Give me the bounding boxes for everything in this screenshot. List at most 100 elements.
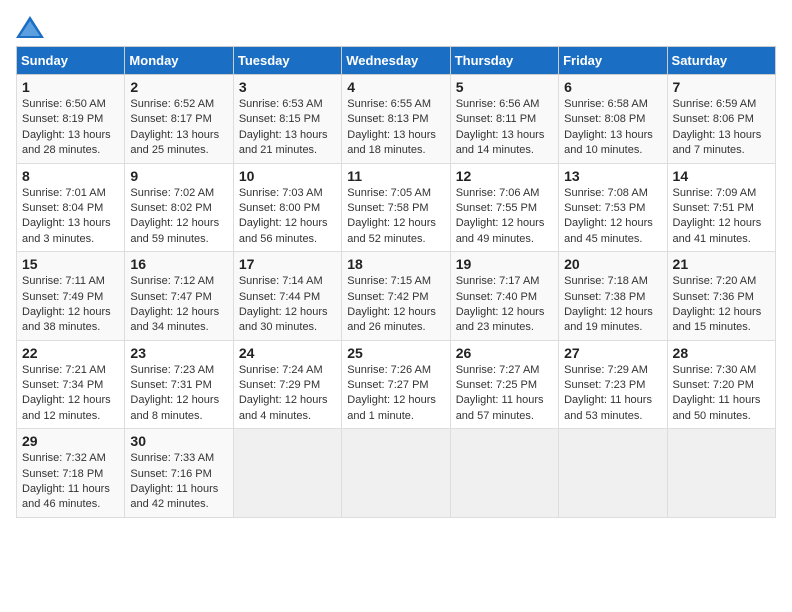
day-info: Sunrise: 7:08 AM Sunset: 7:53 PM Dayligh… [564, 186, 661, 248]
day-number: 20 [564, 256, 661, 272]
day-number: 22 [22, 345, 119, 361]
daylight: Daylight: 12 hours and 1 minute. [347, 394, 436, 421]
sunrise: Sunrise: 6:50 AM [22, 98, 106, 110]
day-number: 9 [130, 168, 227, 184]
daylight: Daylight: 13 hours and 3 minutes. [22, 217, 111, 244]
calendar-cell: 6 Sunrise: 6:58 AM Sunset: 8:08 PM Dayli… [559, 75, 667, 164]
calendar-cell: 23 Sunrise: 7:23 AM Sunset: 7:31 PM Dayl… [125, 340, 233, 429]
day-number: 27 [564, 345, 661, 361]
page-header [16, 16, 776, 38]
sunset: Sunset: 7:18 PM [22, 468, 103, 480]
daylight: Daylight: 12 hours and 41 minutes. [673, 217, 762, 244]
day-number: 26 [456, 345, 553, 361]
weekday-header-wednesday: Wednesday [342, 47, 450, 75]
daylight: Daylight: 11 hours and 50 minutes. [673, 394, 761, 421]
sunrise: Sunrise: 7:32 AM [22, 452, 106, 464]
calendar-cell: 26 Sunrise: 7:27 AM Sunset: 7:25 PM Dayl… [450, 340, 558, 429]
daylight: Daylight: 12 hours and 8 minutes. [130, 394, 219, 421]
sunrise: Sunrise: 6:56 AM [456, 98, 540, 110]
daylight: Daylight: 12 hours and 30 minutes. [239, 306, 328, 333]
sunrise: Sunrise: 7:02 AM [130, 187, 214, 199]
day-info: Sunrise: 6:52 AM Sunset: 8:17 PM Dayligh… [130, 97, 227, 159]
day-number: 2 [130, 79, 227, 95]
sunrise: Sunrise: 7:12 AM [130, 275, 214, 287]
daylight: Daylight: 13 hours and 10 minutes. [564, 129, 653, 156]
weekday-header-monday: Monday [125, 47, 233, 75]
calendar-cell: 11 Sunrise: 7:05 AM Sunset: 7:58 PM Dayl… [342, 163, 450, 252]
daylight: Daylight: 11 hours and 46 minutes. [22, 483, 110, 510]
sunset: Sunset: 7:23 PM [564, 379, 645, 391]
daylight: Daylight: 13 hours and 28 minutes. [22, 129, 111, 156]
calendar-cell [342, 429, 450, 518]
calendar-cell: 8 Sunrise: 7:01 AM Sunset: 8:04 PM Dayli… [17, 163, 125, 252]
calendar-cell: 2 Sunrise: 6:52 AM Sunset: 8:17 PM Dayli… [125, 75, 233, 164]
daylight: Daylight: 12 hours and 59 minutes. [130, 217, 219, 244]
calendar-cell [559, 429, 667, 518]
sunset: Sunset: 7:49 PM [22, 291, 103, 303]
day-info: Sunrise: 7:02 AM Sunset: 8:02 PM Dayligh… [130, 186, 227, 248]
day-number: 30 [130, 433, 227, 449]
day-info: Sunrise: 7:24 AM Sunset: 7:29 PM Dayligh… [239, 363, 336, 425]
calendar-cell: 30 Sunrise: 7:33 AM Sunset: 7:16 PM Dayl… [125, 429, 233, 518]
day-number: 24 [239, 345, 336, 361]
day-number: 25 [347, 345, 444, 361]
sunrise: Sunrise: 6:52 AM [130, 98, 214, 110]
sunset: Sunset: 7:29 PM [239, 379, 320, 391]
sunset: Sunset: 8:15 PM [239, 113, 320, 125]
day-number: 10 [239, 168, 336, 184]
daylight: Daylight: 12 hours and 34 minutes. [130, 306, 219, 333]
day-info: Sunrise: 6:53 AM Sunset: 8:15 PM Dayligh… [239, 97, 336, 159]
day-info: Sunrise: 7:33 AM Sunset: 7:16 PM Dayligh… [130, 451, 227, 513]
sunrise: Sunrise: 7:09 AM [673, 187, 757, 199]
day-number: 18 [347, 256, 444, 272]
sunrise: Sunrise: 6:59 AM [673, 98, 757, 110]
day-number: 5 [456, 79, 553, 95]
sunset: Sunset: 7:31 PM [130, 379, 211, 391]
day-info: Sunrise: 7:11 AM Sunset: 7:49 PM Dayligh… [22, 274, 119, 336]
calendar-cell: 15 Sunrise: 7:11 AM Sunset: 7:49 PM Dayl… [17, 252, 125, 341]
day-number: 17 [239, 256, 336, 272]
week-row-5: 29 Sunrise: 7:32 AM Sunset: 7:18 PM Dayl… [17, 429, 776, 518]
calendar-cell: 1 Sunrise: 6:50 AM Sunset: 8:19 PM Dayli… [17, 75, 125, 164]
day-info: Sunrise: 7:26 AM Sunset: 7:27 PM Dayligh… [347, 363, 444, 425]
day-number: 16 [130, 256, 227, 272]
daylight: Daylight: 13 hours and 14 minutes. [456, 129, 545, 156]
sunset: Sunset: 8:17 PM [130, 113, 211, 125]
sunrise: Sunrise: 7:23 AM [130, 364, 214, 376]
sunrise: Sunrise: 7:30 AM [673, 364, 757, 376]
day-info: Sunrise: 6:58 AM Sunset: 8:08 PM Dayligh… [564, 97, 661, 159]
sunrise: Sunrise: 7:29 AM [564, 364, 648, 376]
sunset: Sunset: 7:42 PM [347, 291, 428, 303]
calendar-cell: 27 Sunrise: 7:29 AM Sunset: 7:23 PM Dayl… [559, 340, 667, 429]
calendar-cell: 25 Sunrise: 7:26 AM Sunset: 7:27 PM Dayl… [342, 340, 450, 429]
calendar-cell: 4 Sunrise: 6:55 AM Sunset: 8:13 PM Dayli… [342, 75, 450, 164]
day-info: Sunrise: 7:03 AM Sunset: 8:00 PM Dayligh… [239, 186, 336, 248]
day-info: Sunrise: 7:17 AM Sunset: 7:40 PM Dayligh… [456, 274, 553, 336]
day-info: Sunrise: 6:50 AM Sunset: 8:19 PM Dayligh… [22, 97, 119, 159]
sunrise: Sunrise: 7:26 AM [347, 364, 431, 376]
daylight: Daylight: 12 hours and 26 minutes. [347, 306, 436, 333]
day-number: 15 [22, 256, 119, 272]
week-row-1: 1 Sunrise: 6:50 AM Sunset: 8:19 PM Dayli… [17, 75, 776, 164]
sunrise: Sunrise: 7:33 AM [130, 452, 214, 464]
weekday-header-tuesday: Tuesday [233, 47, 341, 75]
calendar-cell [233, 429, 341, 518]
calendar-cell: 3 Sunrise: 6:53 AM Sunset: 8:15 PM Dayli… [233, 75, 341, 164]
day-info: Sunrise: 6:55 AM Sunset: 8:13 PM Dayligh… [347, 97, 444, 159]
sunrise: Sunrise: 7:20 AM [673, 275, 757, 287]
day-info: Sunrise: 6:59 AM Sunset: 8:06 PM Dayligh… [673, 97, 770, 159]
sunrise: Sunrise: 7:03 AM [239, 187, 323, 199]
calendar-cell: 16 Sunrise: 7:12 AM Sunset: 7:47 PM Dayl… [125, 252, 233, 341]
daylight: Daylight: 12 hours and 52 minutes. [347, 217, 436, 244]
day-number: 12 [456, 168, 553, 184]
sunset: Sunset: 8:19 PM [22, 113, 103, 125]
sunset: Sunset: 8:04 PM [22, 202, 103, 214]
calendar-cell: 28 Sunrise: 7:30 AM Sunset: 7:20 PM Dayl… [667, 340, 775, 429]
sunset: Sunset: 7:40 PM [456, 291, 537, 303]
calendar-table: SundayMondayTuesdayWednesdayThursdayFrid… [16, 46, 776, 518]
calendar-cell: 21 Sunrise: 7:20 AM Sunset: 7:36 PM Dayl… [667, 252, 775, 341]
sunset: Sunset: 7:25 PM [456, 379, 537, 391]
day-number: 3 [239, 79, 336, 95]
calendar-cell: 24 Sunrise: 7:24 AM Sunset: 7:29 PM Dayl… [233, 340, 341, 429]
sunset: Sunset: 7:55 PM [456, 202, 537, 214]
